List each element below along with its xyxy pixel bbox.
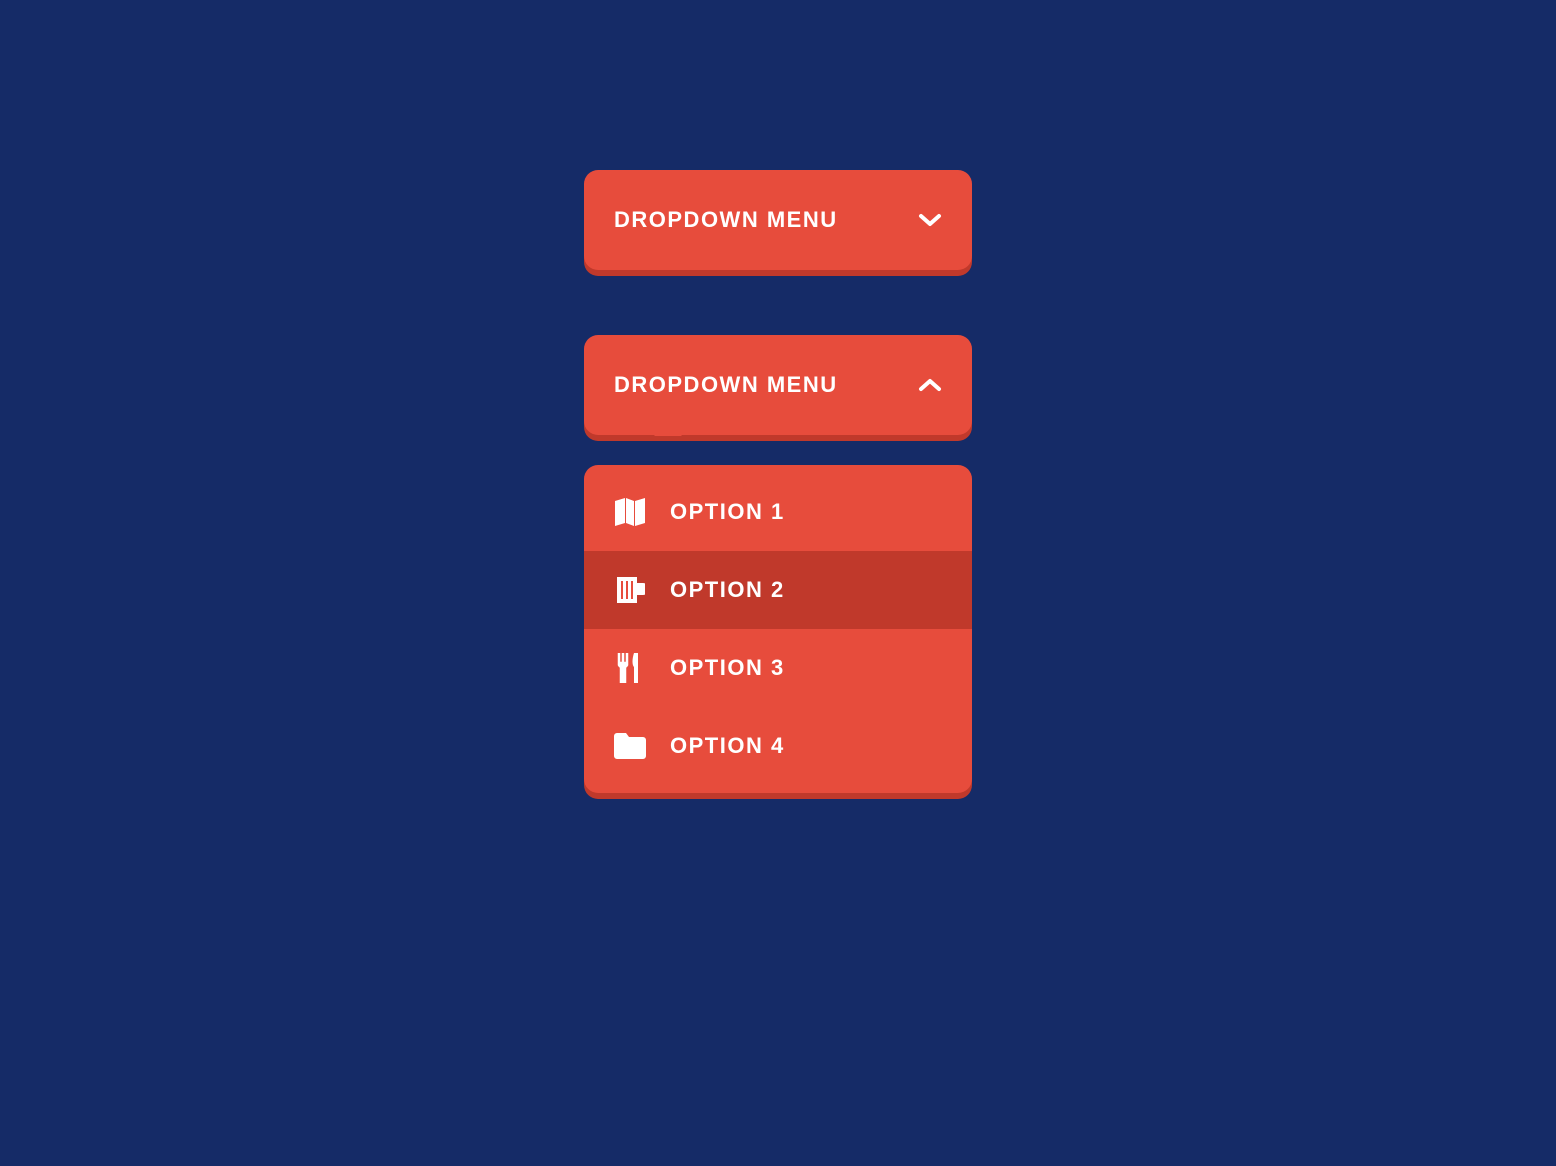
dropdown-option-3[interactable]: OPTION 3: [584, 629, 972, 707]
map-icon: [614, 496, 646, 528]
option-4-label: OPTION 4: [670, 733, 785, 759]
dropdown-open-label: DROPDOWN MENU: [614, 372, 838, 398]
dropdown-option-4[interactable]: OPTION 4: [584, 707, 972, 785]
dropdown-option-2[interactable]: OPTION 2: [584, 551, 972, 629]
option-2-label: OPTION 2: [670, 577, 785, 603]
option-1-label: OPTION 1: [670, 499, 785, 525]
dropdown-closed-label: DROPDOWN MENU: [614, 207, 838, 233]
dropdown-panel: OPTION 1 OPTION 2 OPTION 3 OPTION 4: [584, 465, 972, 793]
dropdown-open-button[interactable]: DROPDOWN MENU: [584, 335, 972, 435]
chevron-up-icon: [918, 373, 942, 397]
dropdown-open-section: DROPDOWN MENU OPTION 1 OPTION 2: [584, 335, 972, 793]
dropdown-arrow-icon: [654, 422, 682, 436]
chevron-down-icon: [918, 208, 942, 232]
beer-icon: [614, 574, 646, 606]
folder-icon: [614, 730, 646, 762]
utensils-icon: [614, 652, 646, 684]
option-3-label: OPTION 3: [670, 655, 785, 681]
dropdown-closed-button[interactable]: DROPDOWN MENU: [584, 170, 972, 270]
dropdown-option-1[interactable]: OPTION 1: [584, 473, 972, 551]
